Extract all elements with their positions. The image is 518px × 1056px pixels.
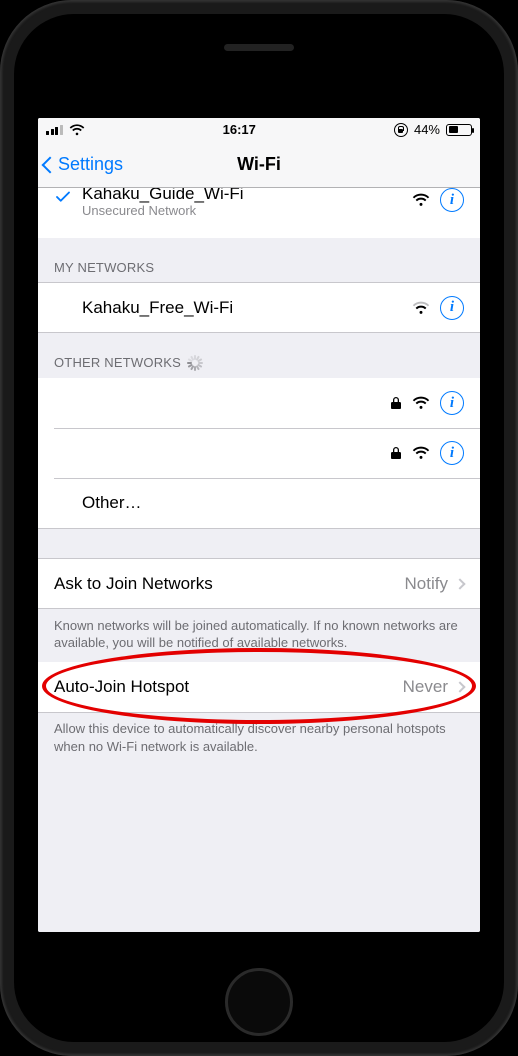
auto-join-hotspot-footer: Allow this device to automatically disco… (38, 712, 480, 765)
battery-percent: 44% (414, 122, 440, 137)
connected-network-name: Kahaku_Guide_Wi-Fi (82, 188, 412, 204)
section-header-other-networks: OTHER NETWORKS (38, 333, 480, 378)
my-network-row[interactable]: Kahaku_Free_Wi-Fi i (38, 283, 480, 333)
ask-to-join-label: Ask to Join Networks (54, 574, 405, 594)
other-network-row[interactable]: i (38, 378, 480, 428)
ask-to-join-value: Notify (405, 574, 448, 594)
phone-frame: 16:17 44% Settings Wi-Fi (0, 0, 518, 1056)
other-network-manual[interactable]: Other… (38, 478, 480, 528)
info-button[interactable]: i (440, 188, 464, 212)
wifi-signal-icon (412, 301, 430, 315)
phone-speaker (224, 44, 294, 51)
info-button[interactable]: i (440, 296, 464, 320)
other-label: Other… (82, 493, 464, 513)
page-title: Wi-Fi (237, 154, 281, 175)
battery-icon (446, 124, 472, 136)
section-header-my-networks: MY NETWORKS (38, 238, 480, 282)
connected-network-row[interactable]: Kahaku_Guide_Wi-Fi Unsecured Network i (38, 188, 480, 238)
wifi-icon (69, 124, 85, 136)
spinner-icon (187, 355, 203, 371)
wifi-signal-icon (412, 446, 430, 460)
status-bar: 16:17 44% (38, 118, 480, 142)
auto-join-hotspot-row[interactable]: Auto-Join Hotspot Never (38, 662, 480, 712)
checkmark-icon (54, 188, 72, 206)
wifi-signal-icon (412, 193, 430, 207)
back-label: Settings (58, 154, 123, 175)
other-network-row[interactable]: i (38, 428, 480, 478)
info-button[interactable]: i (440, 391, 464, 415)
screen: 16:17 44% Settings Wi-Fi (38, 118, 480, 932)
cell-signal-icon (46, 124, 63, 135)
home-button[interactable] (225, 968, 293, 1036)
auto-join-hotspot-value: Never (403, 677, 448, 697)
ask-to-join-row[interactable]: Ask to Join Networks Notify (38, 559, 480, 609)
lock-icon (390, 446, 402, 460)
connected-network-subtitle: Unsecured Network (82, 204, 412, 218)
chevron-left-icon (42, 156, 59, 173)
back-button[interactable]: Settings (44, 142, 123, 187)
lock-icon (390, 396, 402, 410)
chevron-right-icon (454, 578, 465, 589)
content[interactable]: Kahaku_Guide_Wi-Fi Unsecured Network i M… (38, 188, 480, 932)
wifi-signal-icon (412, 396, 430, 410)
rotation-lock-icon (394, 123, 408, 137)
nav-bar: Settings Wi-Fi (38, 142, 480, 188)
status-time: 16:17 (223, 122, 256, 137)
chevron-right-icon (454, 681, 465, 692)
info-button[interactable]: i (440, 441, 464, 465)
network-name: Kahaku_Free_Wi-Fi (82, 298, 412, 318)
ask-to-join-footer: Known networks will be joined automatica… (38, 609, 480, 662)
auto-join-hotspot-label: Auto-Join Hotspot (54, 677, 403, 697)
